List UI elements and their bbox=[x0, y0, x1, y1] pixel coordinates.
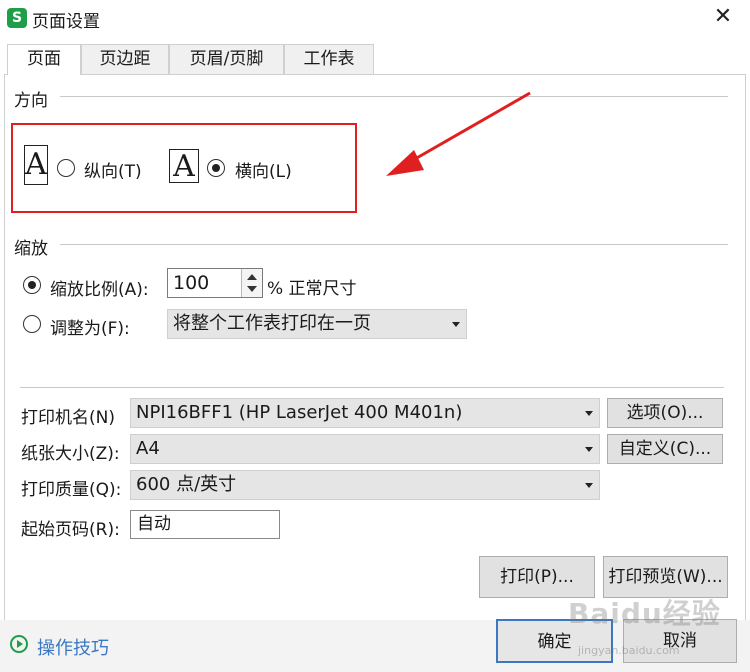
chevron-down-icon bbox=[585, 447, 593, 452]
chevron-down-icon bbox=[585, 483, 593, 488]
print-quality-select[interactable]: 600 点/英寸 bbox=[130, 470, 600, 500]
fit-label[interactable]: 调整为(F): bbox=[50, 314, 130, 339]
fit-select-value: 将整个工作表打印在一页 bbox=[173, 313, 371, 334]
chevron-down-icon bbox=[452, 322, 460, 327]
watermark: Baidu经验 bbox=[568, 597, 721, 630]
printer-label: 打印机名(N) bbox=[21, 408, 115, 428]
portrait-page-icon: A bbox=[24, 145, 48, 185]
spin-up-icon[interactable] bbox=[247, 274, 257, 280]
start-page-input[interactable]: 自动 bbox=[130, 510, 280, 539]
paper-size-select[interactable]: A4 bbox=[130, 434, 600, 464]
portrait-radio[interactable] bbox=[57, 159, 75, 177]
tab-sheet[interactable]: 工作表 bbox=[284, 44, 374, 74]
custom-paper-button[interactable]: 自定义(C)... bbox=[607, 434, 723, 464]
scale-radio[interactable] bbox=[23, 276, 41, 294]
scale-suffix: % 正常尺寸 bbox=[267, 279, 357, 299]
landscape-page-icon: A bbox=[169, 149, 199, 184]
tab-header-footer[interactable]: 页眉/页脚 bbox=[169, 44, 284, 74]
fit-radio[interactable] bbox=[23, 315, 41, 333]
scale-label[interactable]: 缩放比例(A): bbox=[50, 275, 149, 300]
play-icon[interactable] bbox=[10, 635, 28, 653]
paper-size-label: 纸张大小(Z): bbox=[21, 444, 120, 464]
chevron-down-icon bbox=[585, 411, 593, 416]
app-logo-icon: S bbox=[7, 8, 27, 28]
start-page-label: 起始页码(R): bbox=[21, 520, 120, 540]
tab-margins[interactable]: 页边距 bbox=[81, 44, 169, 74]
tab-page[interactable]: 页面 bbox=[7, 44, 81, 75]
watermark-url: jingyan.baidu.com bbox=[578, 644, 680, 657]
annotation-arrow bbox=[386, 91, 531, 176]
portrait-label[interactable]: 纵向(T) bbox=[84, 157, 142, 182]
spin-down-icon[interactable] bbox=[247, 286, 257, 292]
fit-select[interactable]: 将整个工作表打印在一页 bbox=[167, 309, 467, 339]
landscape-label[interactable]: 横向(L) bbox=[235, 157, 292, 182]
close-icon[interactable]: ✕ bbox=[706, 2, 740, 32]
tips-link[interactable]: 操作技巧 bbox=[37, 634, 109, 660]
print-quality-value: 600 点/英寸 bbox=[136, 474, 237, 495]
scaling-group-title: 缩放 bbox=[14, 239, 48, 259]
window-title: 页面设置 bbox=[32, 12, 100, 32]
landscape-radio[interactable] bbox=[207, 159, 225, 177]
scaling-divider bbox=[60, 244, 728, 245]
printer-select-value: NPI16BFF1 (HP LaserJet 400 M401n) bbox=[136, 402, 463, 423]
print-quality-label: 打印质量(Q): bbox=[21, 480, 122, 500]
printer-options-button[interactable]: 选项(O)... bbox=[607, 398, 723, 428]
printer-divider bbox=[20, 387, 724, 388]
orientation-group-title: 方向 bbox=[14, 91, 48, 111]
scale-stepper[interactable] bbox=[241, 269, 262, 297]
printer-select[interactable]: NPI16BFF1 (HP LaserJet 400 M401n) bbox=[130, 398, 600, 428]
paper-size-value: A4 bbox=[136, 438, 160, 459]
